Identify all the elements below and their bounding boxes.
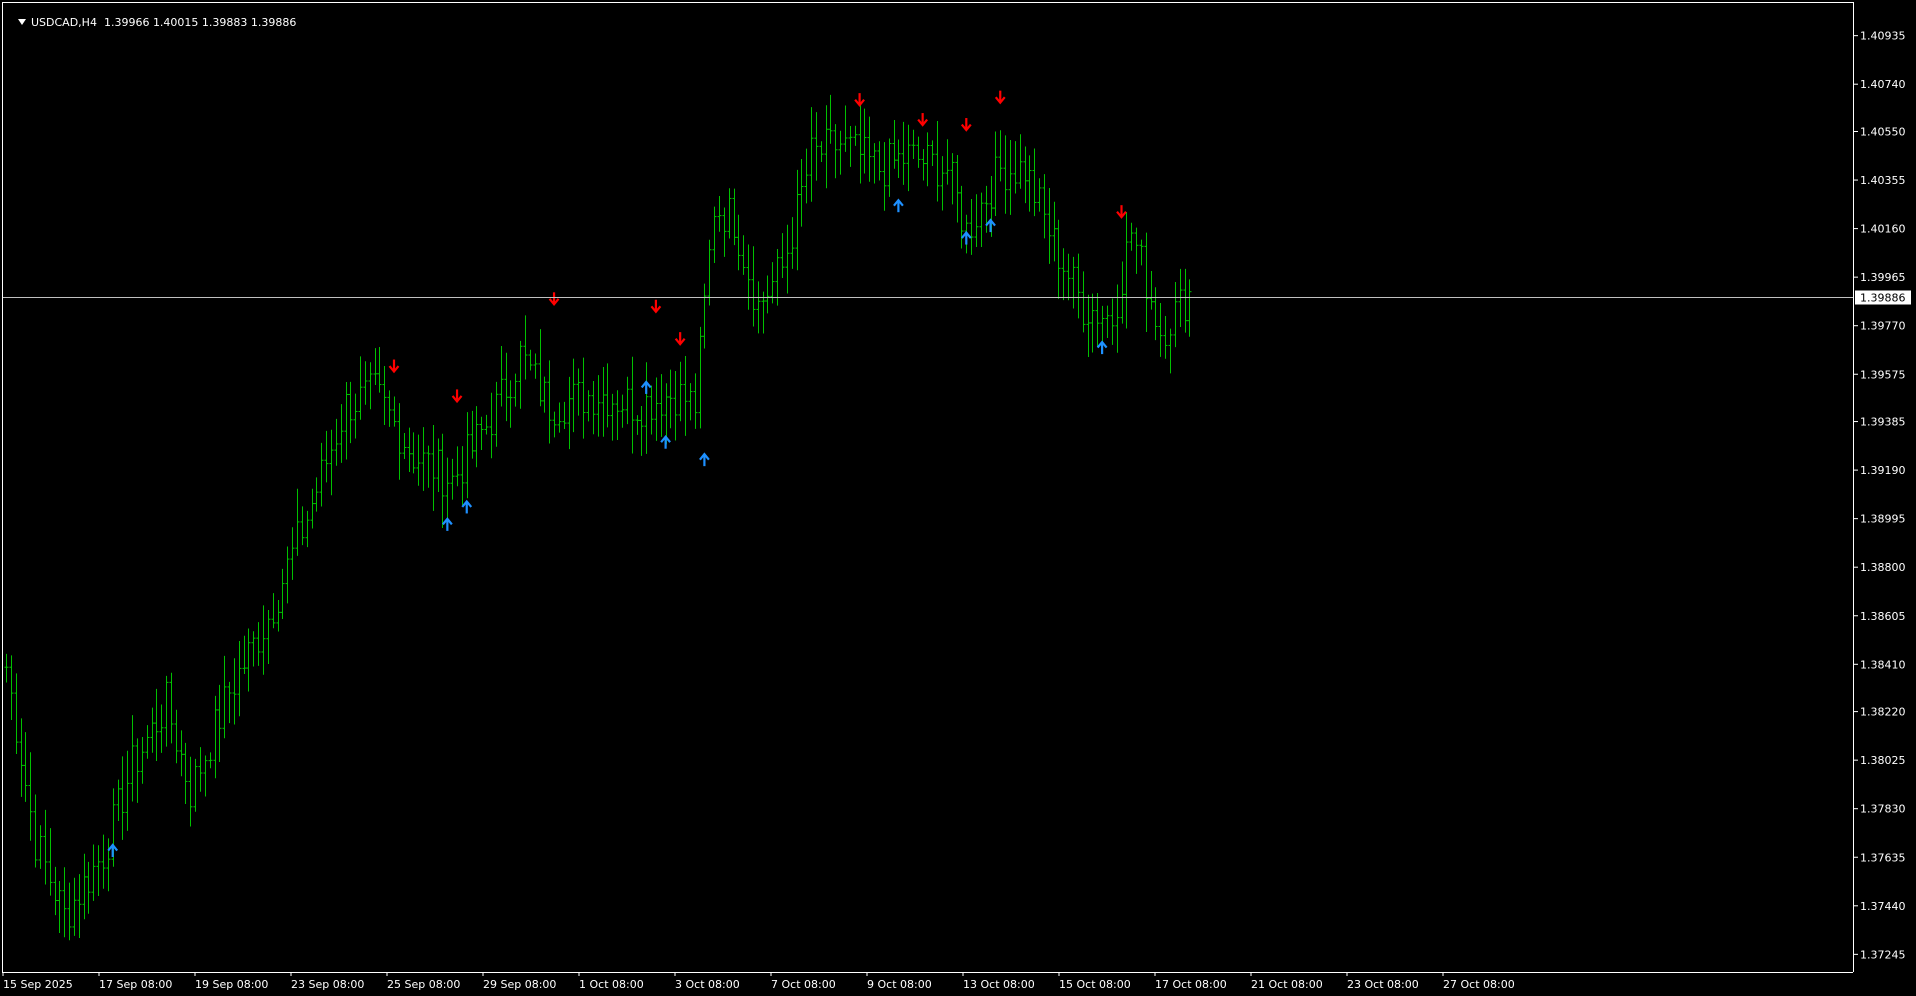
time-tick-label: 17 Oct 08:00 xyxy=(1155,978,1227,991)
price-tick-label: 1.39965 xyxy=(1860,271,1906,284)
time-tick-label: 25 Sep 08:00 xyxy=(387,978,460,991)
price-tick-label: 1.37245 xyxy=(1860,948,1906,961)
time-tick-label: 29 Sep 08:00 xyxy=(483,978,556,991)
price-tick-label: 1.38025 xyxy=(1860,754,1906,767)
price-chart[interactable]: 1.40935 1.40740 1.40550 1.40355 1.40160 1.399… xyxy=(0,0,1916,996)
chart-window[interactable]: 1.40935 1.40740 1.40550 1.40355 1.40160 1.399… xyxy=(0,0,1916,996)
price-tick-label: 1.37440 xyxy=(1860,900,1906,913)
current-price-value: 1.39886 xyxy=(1860,292,1906,305)
price-tick-label: 1.39385 xyxy=(1860,416,1906,429)
price-tick-label: 1.38800 xyxy=(1860,561,1906,574)
current-price-label: 1.39886 xyxy=(1855,290,1911,305)
price-tick-label: 1.37635 xyxy=(1860,851,1906,864)
ohlc-quote: 1.39966 1.40015 1.39883 1.39886 xyxy=(103,16,297,29)
price-tick-label: 1.38220 xyxy=(1860,706,1906,719)
time-tick-label: 19 Sep 08:00 xyxy=(195,978,268,991)
time-tick-label: 23 Oct 08:00 xyxy=(1347,978,1419,991)
price-tick-label: 1.40740 xyxy=(1860,78,1906,91)
price-tick-label: 1.40355 xyxy=(1860,174,1906,187)
time-tick-label: 15 Oct 08:00 xyxy=(1059,978,1131,991)
price-tick-label: 1.40935 xyxy=(1860,30,1906,43)
price-tick-label: 1.39575 xyxy=(1860,368,1906,381)
price-tick-label: 1.39190 xyxy=(1860,464,1906,477)
price-tick-label: 1.38995 xyxy=(1860,513,1906,526)
price-tick-label: 1.38605 xyxy=(1860,610,1906,623)
price-tick-label: 1.40550 xyxy=(1860,126,1906,139)
time-tick-label: 9 Oct 08:00 xyxy=(867,978,932,991)
time-tick-label: 27 Oct 08:00 xyxy=(1443,978,1515,991)
time-tick-label: 23 Sep 08:00 xyxy=(291,978,364,991)
time-tick-label: 3 Oct 08:00 xyxy=(675,978,740,991)
time-tick-label: 13 Oct 08:00 xyxy=(963,978,1035,991)
time-tick-label: 17 Sep 08:00 xyxy=(99,978,172,991)
price-tick-label: 1.38410 xyxy=(1860,658,1906,671)
chart-header: USDCAD,H4 1.39966 1.40015 1.39883 1.3988… xyxy=(4,3,296,42)
price-tick-label: 1.39770 xyxy=(1860,320,1906,333)
symbol-timeframe: USDCAD,H4 xyxy=(31,16,97,29)
caret-down-icon[interactable] xyxy=(18,19,26,25)
time-tick-label: 15 Sep 2025 xyxy=(3,978,73,991)
time-tick-label: 21 Oct 08:00 xyxy=(1251,978,1323,991)
time-tick-label: 1 Oct 08:00 xyxy=(579,978,644,991)
price-tick-label: 1.40160 xyxy=(1860,223,1906,236)
price-tick-label: 1.37830 xyxy=(1860,803,1906,816)
time-tick-label: 7 Oct 08:00 xyxy=(771,978,836,991)
